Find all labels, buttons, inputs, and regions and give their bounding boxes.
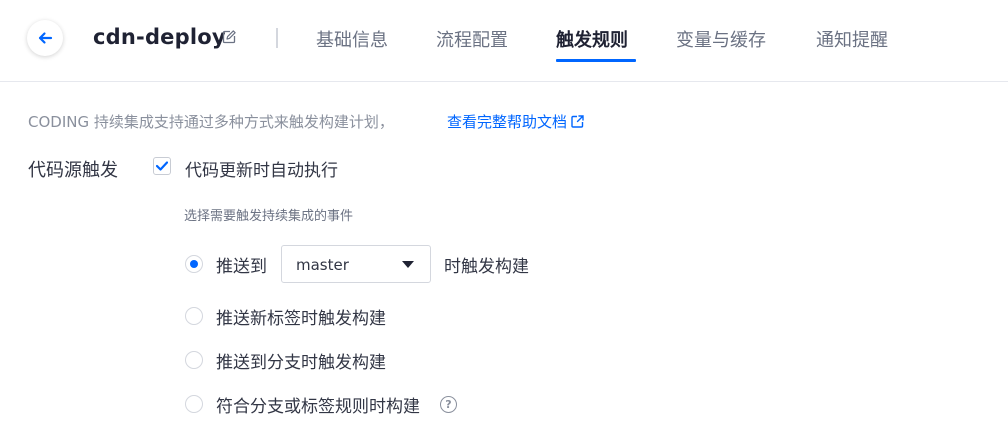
event-hint: 选择需要触发持续集成的事件 — [184, 209, 354, 224]
radio-push-to-branch[interactable] — [185, 255, 203, 273]
radio-push-to-branch-label[interactable]: 推送到 — [216, 252, 267, 277]
external-link-icon — [571, 115, 584, 128]
active-tab-indicator — [556, 59, 636, 62]
header-divider — [276, 28, 278, 48]
tab-variables-cache[interactable]: 变量与缓存 — [676, 26, 766, 52]
tab-trigger-rules[interactable]: 触发规则 — [556, 26, 628, 52]
pipeline-title: cdn-deploy — [93, 25, 226, 49]
caret-down-icon — [402, 261, 414, 268]
radio-push-new-tag-label[interactable]: 推送新标签时触发构建 — [216, 304, 386, 329]
help-doc-link[interactable]: 查看完整帮助文档 — [447, 111, 584, 132]
radio-push-new-tag[interactable] — [185, 307, 203, 325]
radio-push-any-branch-label[interactable]: 推送到分支时触发构建 — [216, 348, 386, 373]
back-button[interactable] — [27, 20, 63, 56]
radio-match-rules-label[interactable]: 符合分支或标签规则时构建 — [216, 392, 420, 417]
branch-select[interactable]: master — [281, 245, 431, 283]
tab-notifications[interactable]: 通知提醒 — [816, 26, 888, 52]
tab-basic-info[interactable]: 基础信息 — [316, 26, 388, 52]
tab-pipeline-config[interactable]: 流程配置 — [436, 26, 508, 52]
source-trigger-label: 代码源触发 — [28, 160, 118, 181]
radio-push-any-branch[interactable] — [185, 351, 203, 369]
checkmark-icon — [156, 161, 168, 171]
arrow-left-icon — [38, 32, 53, 44]
question-circle-icon[interactable]: ? — [440, 396, 457, 413]
top-header: cdn-deploy 基础信息 流程配置 触发规则 变量与缓存 通知提醒 — [0, 0, 1008, 82]
edit-icon[interactable] — [222, 30, 236, 44]
radio-match-rules[interactable] — [185, 395, 203, 413]
trigger-description: CODING 持续集成支持通过多种方式来触发构建计划， — [28, 113, 394, 131]
branch-select-value: master — [296, 256, 349, 274]
help-doc-link-label: 查看完整帮助文档 — [447, 113, 568, 131]
auto-run-checkbox[interactable] — [153, 157, 171, 175]
auto-run-label[interactable]: 代码更新时自动执行 — [185, 156, 338, 181]
branch-trigger-suffix: 时触发构建 — [444, 257, 529, 277]
